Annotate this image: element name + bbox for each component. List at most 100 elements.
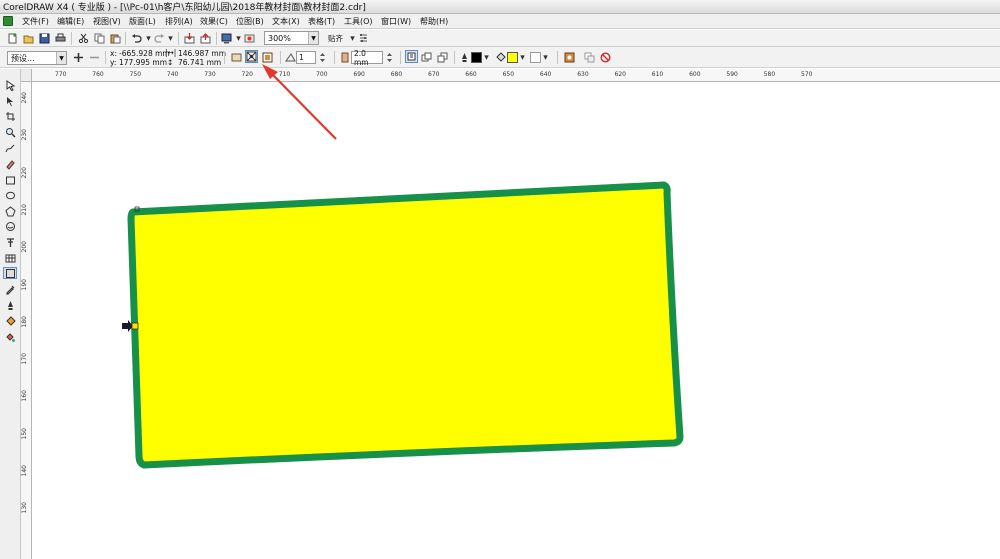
menu-table[interactable]: 表格(T) bbox=[308, 16, 335, 27]
menu-layout[interactable]: 版面(L) bbox=[129, 16, 156, 27]
eyedropper-tool-icon[interactable] bbox=[3, 283, 17, 295]
rectangle-tool-icon[interactable] bbox=[3, 174, 17, 186]
ellipse-tool-icon[interactable] bbox=[3, 189, 17, 201]
ruler-tick-label: 770 bbox=[55, 71, 67, 78]
freehand-tool-icon[interactable] bbox=[3, 142, 17, 154]
text-tool-icon[interactable] bbox=[3, 236, 17, 248]
rectangle-corner-icon[interactable] bbox=[230, 51, 243, 64]
toolbar-separator bbox=[280, 51, 281, 64]
menu-tools[interactable]: 工具(O) bbox=[344, 16, 373, 27]
shape-tool-icon[interactable] bbox=[3, 95, 17, 107]
chevron-down-icon[interactable]: ▾ bbox=[518, 51, 527, 64]
outline-color-swatch[interactable] bbox=[471, 52, 482, 63]
menu-window[interactable]: 窗口(W) bbox=[381, 16, 411, 27]
options-icon[interactable] bbox=[357, 32, 370, 45]
import-icon[interactable] bbox=[183, 32, 196, 45]
chevron-down-icon[interactable]: ▾ bbox=[482, 51, 491, 64]
background-color-swatch[interactable] bbox=[530, 52, 541, 63]
smart-fill-tool-icon[interactable] bbox=[3, 158, 17, 170]
ruler-tick-label: 140 bbox=[21, 465, 28, 477]
envelope-unconstrained-icon[interactable] bbox=[261, 51, 274, 64]
outline-width-input[interactable]: 2.0 mm bbox=[351, 48, 383, 67]
redo-dropdown-icon[interactable]: ▾ bbox=[164, 32, 177, 45]
property-bar: 预设... ▼ x: -665.928 mm y: 177.995 mm |↔|… bbox=[0, 47, 1000, 68]
interactive-fill-tool-icon[interactable] bbox=[3, 331, 17, 343]
menu-file[interactable]: 文件(F) bbox=[22, 16, 49, 27]
x-position-value[interactable]: -665.928 mm bbox=[119, 49, 170, 58]
sides-input[interactable]: 1 bbox=[296, 51, 316, 64]
object-width-value[interactable]: 146.987 mm bbox=[178, 49, 226, 58]
chevron-down-icon[interactable]: ▼ bbox=[56, 52, 66, 64]
ruler-tick-label: 730 bbox=[204, 71, 216, 78]
fill-bucket-icon[interactable] bbox=[494, 51, 507, 64]
ruler-tick-label: 650 bbox=[502, 71, 515, 78]
pick-tool-icon[interactable] bbox=[3, 79, 17, 91]
ruler-tick-label: 180 bbox=[21, 315, 28, 328]
cut-icon[interactable] bbox=[77, 32, 90, 45]
snap-to-label[interactable]: 贴齐 bbox=[328, 33, 343, 44]
ruler-tick-label: 670 bbox=[428, 71, 440, 78]
chevron-down-icon[interactable]: ▾ bbox=[541, 51, 550, 64]
sides-value: 1 bbox=[299, 53, 304, 62]
zoom-level-value: 300% bbox=[268, 33, 291, 43]
zoom-tool-icon[interactable] bbox=[3, 126, 17, 138]
crop-tool-icon[interactable] bbox=[3, 110, 17, 122]
outline-tool-icon[interactable] bbox=[3, 299, 17, 311]
toolbar-separator bbox=[224, 51, 225, 64]
envelope-mode-button[interactable] bbox=[245, 50, 258, 63]
copy-icon[interactable] bbox=[93, 32, 106, 45]
welcome-screen-icon[interactable] bbox=[243, 32, 256, 45]
object-height-value[interactable]: 76.741 mm bbox=[178, 58, 221, 67]
basic-shapes-tool-icon[interactable] bbox=[3, 220, 17, 232]
ruler-tick-label: 680 bbox=[390, 71, 403, 78]
toolbar-separator bbox=[557, 51, 558, 64]
width-icon: |↔| bbox=[165, 48, 177, 57]
ruler-tick-label: 740 bbox=[166, 71, 179, 78]
to-back-icon[interactable] bbox=[436, 51, 449, 64]
clear-envelope-icon[interactable] bbox=[599, 51, 612, 64]
toolbar-separator bbox=[334, 51, 335, 64]
spinner-icon[interactable] bbox=[316, 51, 329, 64]
outline-width-value: 2.0 mm bbox=[354, 48, 369, 67]
table-tool-icon[interactable] bbox=[3, 252, 17, 264]
interactive-envelope-tool-icon[interactable] bbox=[3, 267, 17, 279]
export-icon[interactable] bbox=[199, 32, 212, 45]
zoom-level-combo[interactable]: 300% ▼ bbox=[264, 31, 319, 45]
preset-combo[interactable]: 预设... ▼ bbox=[7, 51, 67, 65]
menu-effects[interactable]: 效果(C) bbox=[200, 16, 228, 27]
to-front-icon[interactable] bbox=[420, 51, 433, 64]
menu-text[interactable]: 文本(X) bbox=[272, 16, 300, 27]
ruler-tick-label: 700 bbox=[316, 71, 328, 78]
paste-icon[interactable] bbox=[109, 32, 122, 45]
wrap-paragraph-text-button[interactable] bbox=[405, 50, 418, 63]
new-file-icon[interactable] bbox=[6, 32, 19, 45]
menu-help[interactable]: 帮助(H) bbox=[420, 16, 448, 27]
menu-edit[interactable]: 编辑(E) bbox=[57, 16, 84, 27]
bitmap-icon[interactable] bbox=[563, 51, 576, 64]
drawing-canvas[interactable] bbox=[33, 83, 1000, 559]
copy-properties-icon[interactable] bbox=[583, 51, 596, 64]
toolbox bbox=[0, 69, 21, 559]
save-icon[interactable] bbox=[38, 32, 51, 45]
remove-preset-icon[interactable] bbox=[88, 51, 101, 64]
polygon-tool-icon[interactable] bbox=[3, 205, 17, 217]
ruler-tick-label: 620 bbox=[614, 71, 626, 78]
outline-pen-icon[interactable] bbox=[458, 51, 471, 64]
menu-bitmaps[interactable]: 位图(B) bbox=[236, 16, 264, 27]
ruler-tick-label: 150 bbox=[21, 427, 28, 440]
menu-view[interactable]: 视图(V) bbox=[93, 16, 121, 27]
open-folder-icon[interactable] bbox=[22, 32, 35, 45]
toolbar-separator bbox=[400, 51, 401, 64]
fill-tool-icon[interactable] bbox=[3, 315, 17, 327]
print-icon[interactable] bbox=[54, 32, 67, 45]
chevron-down-icon[interactable]: ▼ bbox=[308, 32, 318, 44]
menu-arrange[interactable]: 排列(A) bbox=[165, 16, 193, 27]
app-icon[interactable] bbox=[3, 16, 13, 26]
y-position-value[interactable]: 177.995 mm bbox=[119, 58, 167, 67]
coreldraw-window: CorelDRAW X4 ( 专业版 ) - [\\Pc-01\h客户\东阳幼儿… bbox=[0, 0, 1000, 559]
fill-color-swatch[interactable] bbox=[507, 52, 518, 63]
ruler-origin[interactable] bbox=[21, 69, 32, 82]
ruler-tick-label: 220 bbox=[21, 166, 28, 179]
add-preset-icon[interactable] bbox=[72, 51, 85, 64]
spinner-icon[interactable] bbox=[383, 51, 396, 64]
